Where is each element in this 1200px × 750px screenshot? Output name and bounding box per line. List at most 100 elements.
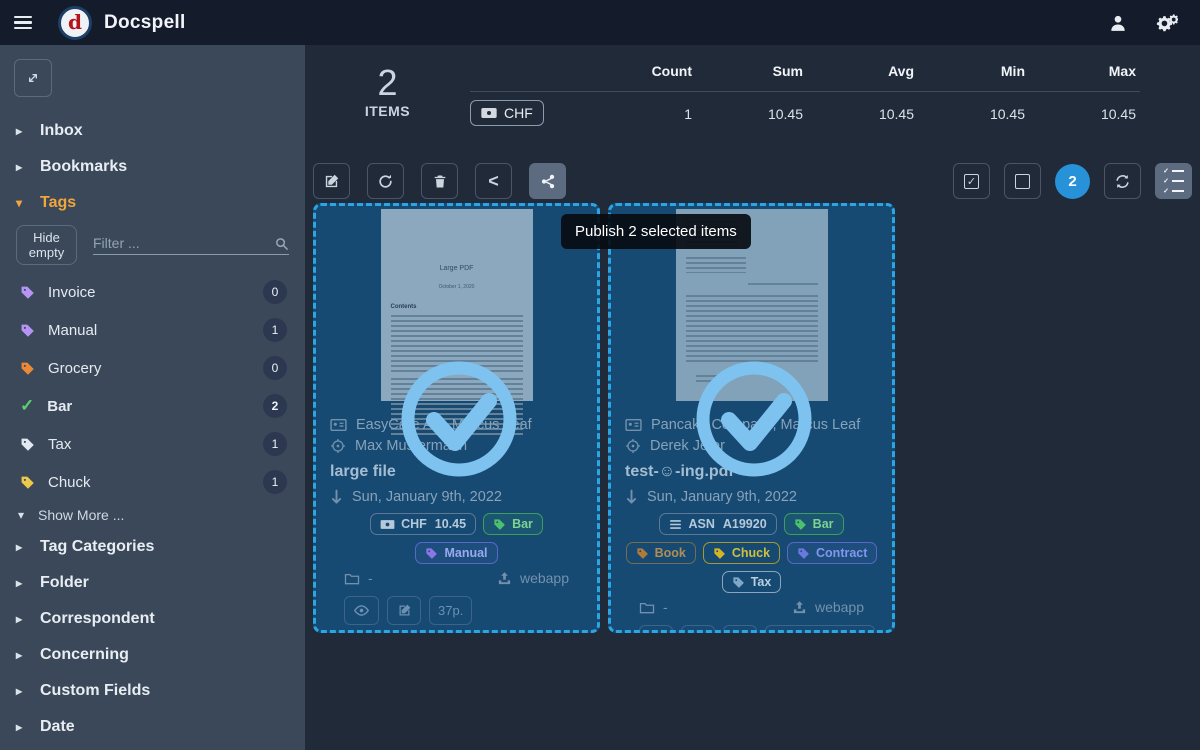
hide-empty-button[interactable]: Hide empty: [16, 225, 77, 265]
sidebar: ▸ Inbox ▸ Bookmarks ▾ Tags Hide empty In…: [0, 45, 305, 750]
stat-avg: 10.45: [807, 92, 918, 136]
tag-row-invoice[interactable]: Invoice 0: [0, 273, 305, 311]
document-preview: Large PDF October 1, 2020 Contents: [316, 206, 597, 404]
item-card-large-file[interactable]: Large PDF October 1, 2020 Contents EasyC…: [313, 203, 600, 633]
select-all-button[interactable]: ✓: [953, 163, 990, 199]
tag-badge-label: Bar: [813, 517, 834, 531]
tag-row-chuck[interactable]: Chuck 1: [0, 463, 305, 501]
edit-item-button[interactable]: [387, 596, 421, 625]
pencil-square-icon: [323, 173, 340, 190]
tag-badge-book[interactable]: Book: [626, 542, 696, 564]
select-mode-button[interactable]: ✓✓✓: [1155, 163, 1192, 199]
folder-value: -: [663, 599, 668, 615]
tag-badge-label: Manual: [444, 546, 487, 560]
restore-button[interactable]: [367, 163, 404, 199]
tag-filter-input[interactable]: [93, 235, 274, 251]
tag-name: Invoice: [48, 284, 96, 301]
sidebar-item-inbox[interactable]: ▸ Inbox: [0, 113, 305, 149]
item-title[interactable]: large file: [330, 456, 583, 486]
sidebar-item-label: Tags: [40, 194, 76, 212]
preview-title: Large PDF: [391, 265, 523, 272]
share-selected-button[interactable]: [529, 163, 566, 199]
caret-right-icon: ▸: [16, 540, 26, 554]
folder-source-line: - webapp: [639, 593, 864, 625]
tag-badge-chuck[interactable]: Chuck: [703, 542, 780, 564]
tag-row-tax[interactable]: Tax 1: [0, 425, 305, 463]
address-card-icon: [330, 418, 347, 432]
tag-badge-label: Contract: [816, 546, 867, 560]
tag-name: Chuck: [48, 474, 91, 491]
currency-chip: CHF: [470, 100, 544, 126]
selected-count-badge[interactable]: 2: [1055, 164, 1090, 199]
col-header-avg: Avg: [807, 55, 918, 92]
crosshair-icon: [330, 438, 346, 454]
tag-icon: [636, 547, 649, 560]
chevron-down-icon: ▾: [18, 508, 28, 522]
tag-row-manual[interactable]: Manual 1: [0, 311, 305, 349]
tag-badge-bar[interactable]: Bar: [784, 513, 844, 535]
preview-item-button[interactable]: [344, 596, 379, 625]
correspondent-line: Pancake Company, Marcus Leaf: [625, 414, 878, 435]
sidebar-item-correspondent[interactable]: ▸ Correspondent: [0, 601, 305, 637]
tag-count-badge: 0: [263, 356, 287, 380]
show-more-tags[interactable]: ▾ Show More ...: [0, 501, 305, 529]
sidebar-item-tag-categories[interactable]: ▸ Tag Categories: [0, 529, 305, 565]
sidebar-item-folder[interactable]: ▸ Folder: [0, 565, 305, 601]
col-header-min: Min: [918, 55, 1029, 92]
collapse-sidebar-button[interactable]: [14, 59, 52, 97]
folder-icon: [639, 601, 655, 614]
item-date: Sun, January 9th, 2022: [647, 489, 797, 505]
source-value: webapp: [815, 599, 864, 615]
tag-icon: [20, 285, 35, 300]
angle-left-icon: <: [488, 171, 499, 192]
tag-row-grocery[interactable]: Grocery 0: [0, 349, 305, 387]
delete-selected-button[interactable]: [421, 163, 458, 199]
tag-badge-label: Book: [655, 546, 686, 560]
tag-badge-bar[interactable]: Bar: [483, 513, 543, 535]
item-card-test-ing-pdf[interactable]: Pancake Company, Marcus Leaf Derek Jeter…: [608, 203, 895, 633]
sidebar-item-label: Inbox: [40, 122, 83, 140]
edit-item-button[interactable]: [681, 625, 715, 633]
sidebar-item-date[interactable]: ▸ Date: [0, 709, 305, 745]
sidebar-item-due-date[interactable]: ▸ Due Date: [0, 745, 305, 750]
tag-badge-contract[interactable]: Contract: [787, 542, 877, 564]
caret-right-icon: ▸: [16, 612, 26, 626]
sidebar-item-bookmarks[interactable]: ▸ Bookmarks: [0, 149, 305, 185]
caret-down-icon: ▾: [16, 196, 26, 210]
tag-badge-tax[interactable]: Tax: [722, 571, 782, 593]
menu-icon[interactable]: [0, 0, 46, 45]
tag-badge-label: Tax: [751, 575, 772, 589]
sidebar-item-label: Folder: [40, 574, 89, 592]
share-icon: [540, 173, 556, 190]
stat-min: 10.45: [918, 92, 1029, 136]
concerning-line: Max Mustermann: [330, 435, 583, 456]
caret-right-icon: ▸: [16, 576, 26, 590]
correspondent-text: EasyCare AG, Marcus Leaf: [356, 417, 532, 433]
tag-row-bar[interactable]: ✓ Bar 2: [0, 387, 305, 425]
preview-item-button[interactable]: [639, 625, 673, 633]
invert-selection-button[interactable]: [1104, 163, 1141, 199]
tag-badge-label: Chuck: [732, 546, 770, 560]
tag-icon: [713, 547, 726, 560]
select-none-button[interactable]: [1004, 163, 1041, 199]
top-navbar: d Docspell: [0, 0, 1200, 45]
sidebar-item-concerning[interactable]: ▸ Concerning: [0, 637, 305, 673]
merge-selected-button[interactable]: <: [475, 163, 512, 199]
caret-right-icon: ▸: [16, 124, 26, 138]
correspondent-line: EasyCare AG, Marcus Leaf: [330, 414, 583, 435]
pencil-square-icon: [691, 632, 706, 633]
checkbox-empty-icon: [1015, 174, 1030, 189]
settings-gears-icon[interactable]: [1154, 12, 1178, 34]
sidebar-item-custom-fields[interactable]: ▸ Custom Fields: [0, 673, 305, 709]
item-title[interactable]: test-☺-ing.pdf: [625, 456, 878, 486]
bell-icon: [776, 633, 789, 634]
tag-badge-manual[interactable]: Manual: [415, 542, 497, 564]
money-bill-icon: [481, 107, 497, 119]
tag-name: Tax: [48, 436, 71, 453]
stats-table: Count Sum Avg Min Max CHF 1 10.45 10.45 …: [470, 55, 1190, 136]
concerning-text: Derek Jeter: [650, 438, 725, 454]
sidebar-item-tags[interactable]: ▾ Tags: [0, 185, 305, 221]
edit-selected-button[interactable]: [313, 163, 350, 199]
user-icon[interactable]: [1108, 13, 1128, 33]
docspell-logo-icon[interactable]: d: [58, 6, 92, 40]
